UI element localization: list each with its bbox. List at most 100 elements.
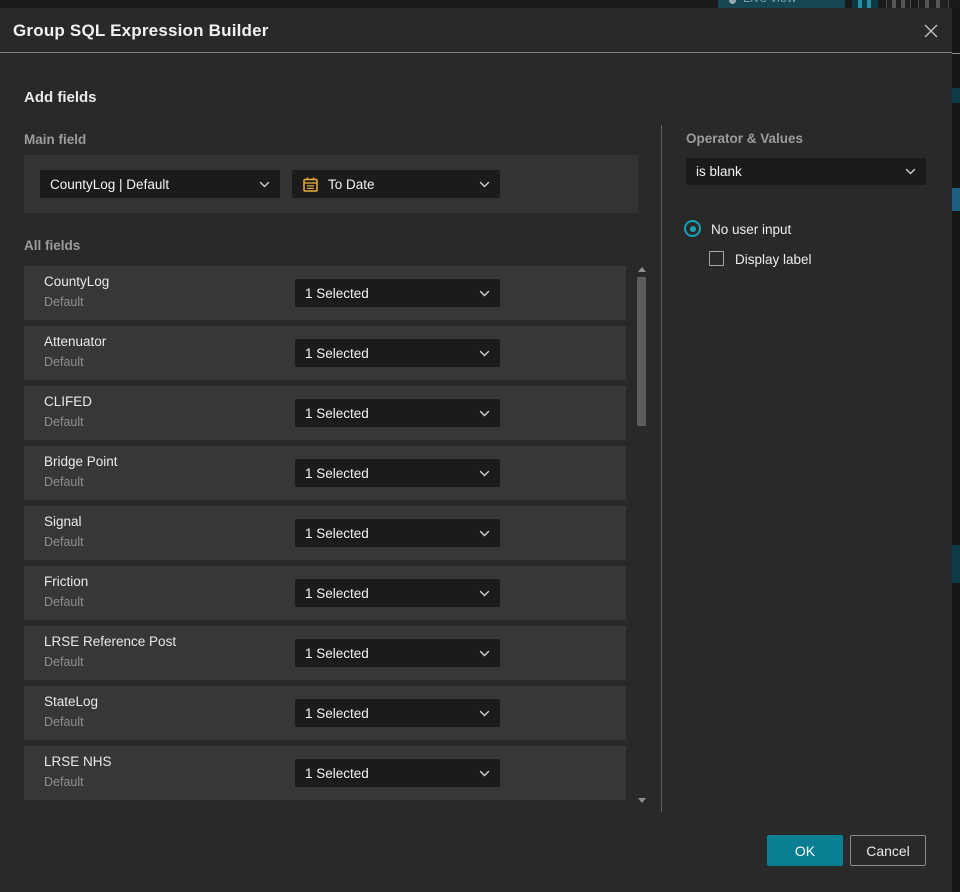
field-name: CLIFED: [44, 394, 93, 409]
main-field-dropdown-value: CountyLog | Default: [50, 176, 170, 192]
field-name: LRSE Reference Post: [44, 634, 177, 649]
background-right-edge: [952, 8, 960, 892]
close-icon: [924, 24, 938, 38]
selection-count: 1 Selected: [305, 765, 369, 781]
chevron-down-icon: [905, 168, 916, 175]
ok-button[interactable]: OK: [767, 835, 843, 866]
chevron-down-icon: [479, 410, 490, 417]
background-toolbar-button: [918, 0, 949, 8]
field-selection-dropdown[interactable]: 1 Selected: [295, 699, 500, 727]
live-view-label: Live view: [743, 0, 796, 5]
field-row-lrse-reference-post: LRSE Reference Post Default 1 Selected: [24, 626, 626, 680]
calendar-icon: [302, 176, 319, 193]
field-name: LRSE NHS: [44, 754, 112, 769]
field-selection-dropdown[interactable]: 1 Selected: [295, 639, 500, 667]
selection-count: 1 Selected: [305, 705, 369, 721]
field-selection-dropdown[interactable]: 1 Selected: [295, 279, 500, 307]
close-button[interactable]: [920, 20, 942, 42]
field-selection-dropdown[interactable]: 1 Selected: [295, 519, 500, 547]
date-field-dropdown[interactable]: To Date: [292, 170, 500, 198]
field-subtitle: Default: [44, 415, 84, 429]
field-row-signal: Signal Default 1 Selected: [24, 506, 626, 560]
field-subtitle: Default: [44, 595, 84, 609]
field-subtitle: Default: [44, 715, 84, 729]
field-row-bridge-point: Bridge Point Default 1 Selected: [24, 446, 626, 500]
radio-selected-icon: [689, 225, 696, 232]
background-item: [952, 88, 960, 103]
field-row-friction: Friction Default 1 Selected: [24, 566, 626, 620]
field-row-lrse-nhs: LRSE NHS Default 1 Selected: [24, 746, 626, 800]
field-selection-dropdown[interactable]: 1 Selected: [295, 579, 500, 607]
selection-count: 1 Selected: [305, 285, 369, 301]
background-toolbar-button: [852, 0, 878, 8]
chevron-down-icon: [479, 350, 490, 357]
field-subtitle: Default: [44, 535, 84, 549]
selection-count: 1 Selected: [305, 525, 369, 541]
no-user-input-radio[interactable]: [684, 220, 701, 237]
main-field-label: Main field: [24, 132, 87, 147]
operator-dropdown-value: is blank: [696, 164, 742, 179]
selection-count: 1 Selected: [305, 345, 369, 361]
scrollbar-thumb[interactable]: [637, 277, 646, 426]
chevron-down-icon: [479, 530, 490, 537]
selection-count: 1 Selected: [305, 405, 369, 421]
field-subtitle: Default: [44, 775, 84, 789]
chevron-down-icon: [479, 710, 490, 717]
field-name: CountyLog: [44, 274, 110, 289]
date-dropdown-value: To Date: [328, 176, 375, 192]
live-view-status-icon: [729, 0, 736, 4]
field-row-clifed: CLIFED Default 1 Selected: [24, 386, 626, 440]
selection-count: 1 Selected: [305, 585, 369, 601]
operator-values-label: Operator & Values: [686, 131, 804, 146]
dialog-title: Group SQL Expression Builder: [13, 21, 269, 40]
toggle-bar-icon: [925, 0, 929, 8]
toggle-bar-icon: [892, 0, 896, 8]
chevron-down-icon: [479, 650, 490, 657]
display-label-text: Display label: [735, 252, 812, 267]
chevron-down-icon: [479, 590, 490, 597]
display-label-checkbox[interactable]: [709, 251, 724, 266]
toggle-bar-icon: [867, 0, 871, 8]
cancel-button[interactable]: Cancel: [850, 835, 926, 866]
field-selection-dropdown[interactable]: 1 Selected: [295, 459, 500, 487]
field-name: Signal: [44, 514, 82, 529]
scrollbar-up-arrow[interactable]: [638, 267, 646, 272]
chevron-down-icon: [479, 470, 490, 477]
screen: Live view Group SQL Expression Builder: [0, 0, 960, 892]
field-selection-dropdown[interactable]: 1 Selected: [295, 759, 500, 787]
field-row-countylog: CountyLog Default 1 Selected: [24, 266, 626, 320]
main-field-dropdown[interactable]: CountyLog | Default: [40, 170, 280, 198]
background-item: [952, 545, 960, 583]
background-toolbar: Live view: [0, 0, 960, 8]
selection-count: 1 Selected: [305, 465, 369, 481]
field-subtitle: Default: [44, 475, 84, 489]
field-row-statelog: StateLog Default 1 Selected: [24, 686, 626, 740]
no-user-input-label: No user input: [711, 222, 792, 237]
group-sql-expression-builder-dialog: Group SQL Expression Builder Add fields …: [0, 8, 952, 892]
selection-count: 1 Selected: [305, 645, 369, 661]
field-name: Attenuator: [44, 334, 107, 349]
toggle-bar-icon: [901, 0, 905, 8]
chevron-down-icon: [259, 181, 270, 188]
field-subtitle: Default: [44, 295, 84, 309]
chevron-down-icon: [479, 290, 490, 297]
field-row-attenuator: Attenuator Default 1 Selected: [24, 326, 626, 380]
panel-divider: [661, 125, 662, 812]
operator-dropdown[interactable]: is blank: [686, 158, 926, 185]
field-selection-dropdown[interactable]: 1 Selected: [295, 339, 500, 367]
background-divider: [952, 53, 960, 54]
scrollbar-down-arrow[interactable]: [638, 798, 646, 803]
toggle-bar-icon: [858, 0, 862, 8]
field-name: Bridge Point: [44, 454, 118, 469]
field-name: Friction: [44, 574, 89, 589]
chevron-down-icon: [479, 770, 490, 777]
live-view-button: Live view: [718, 0, 845, 8]
background-toolbar-button: [886, 0, 911, 8]
field-subtitle: Default: [44, 655, 84, 669]
toggle-bar-icon: [936, 0, 940, 8]
field-selection-dropdown[interactable]: 1 Selected: [295, 399, 500, 427]
field-name: StateLog: [44, 694, 99, 709]
background-item: [952, 188, 960, 211]
dialog-titlebar: Group SQL Expression Builder: [0, 8, 952, 53]
chevron-down-icon: [479, 181, 490, 188]
